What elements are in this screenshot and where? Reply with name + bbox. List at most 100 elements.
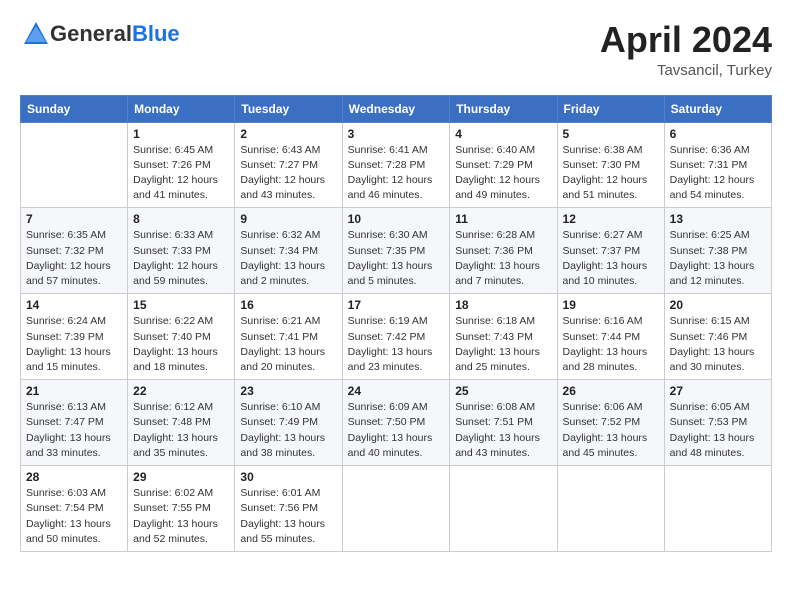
- day-info: Sunrise: 6:33 AMSunset: 7:33 PMDaylight:…: [133, 228, 229, 289]
- calendar-day-cell: 3 Sunrise: 6:41 AMSunset: 7:28 PMDaylight…: [342, 122, 450, 208]
- day-info: Sunrise: 6:19 AMSunset: 7:42 PMDaylight:…: [348, 314, 445, 375]
- calendar-day-cell: 17 Sunrise: 6:19 AMSunset: 7:42 PMDayligh…: [342, 294, 450, 380]
- day-info: Sunrise: 6:16 AMSunset: 7:44 PMDaylight:…: [563, 314, 659, 375]
- day-info: Sunrise: 6:01 AMSunset: 7:56 PMDaylight:…: [240, 486, 336, 547]
- logo-blue: Blue: [132, 21, 180, 46]
- weekday-header: Wednesday: [342, 95, 450, 122]
- calendar-day-cell: 22Sunrise: 6:12 AMSunset: 7:48 PMDayligh…: [128, 380, 235, 466]
- calendar-day-cell: 7 Sunrise: 6:35 AMSunset: 7:32 PMDaylight…: [21, 208, 128, 294]
- day-number: 2: [240, 127, 336, 141]
- day-info: Sunrise: 6:03 AMSunset: 7:54 PMDaylight:…: [26, 486, 122, 547]
- day-info: Sunrise: 6:18 AMSunset: 7:43 PMDaylight:…: [455, 314, 551, 375]
- weekday-header: Sunday: [21, 95, 128, 122]
- day-number: 23: [240, 384, 336, 398]
- calendar-week-row: 1Sunrise: 6:45 AMSunset: 7:26 PMDaylight…: [21, 122, 772, 208]
- calendar-header-row: SundayMondayTuesdayWednesdayThursdayFrid…: [21, 95, 772, 122]
- day-number: 5: [563, 127, 659, 141]
- day-info: Sunrise: 6:25 AMSunset: 7:38 PMDaylight:…: [670, 228, 766, 289]
- day-number: 15: [133, 298, 229, 312]
- day-info: Sunrise: 6:30 AMSunset: 7:35 PMDaylight:…: [348, 228, 445, 289]
- day-number: 14: [26, 298, 122, 312]
- day-info: Sunrise: 6:08 AMSunset: 7:51 PMDaylight:…: [455, 400, 551, 461]
- calendar-day-cell: 16 Sunrise: 6:21 AMSunset: 7:41 PMDayligh…: [235, 294, 342, 380]
- day-number: 18: [455, 298, 551, 312]
- calendar-day-cell: 5 Sunrise: 6:38 AMSunset: 7:30 PMDaylight…: [557, 122, 664, 208]
- day-number: 8: [133, 212, 229, 226]
- calendar-week-row: 14 Sunrise: 6:24 AMSunset: 7:39 PMDayligh…: [21, 294, 772, 380]
- calendar-day-cell: 21 Sunrise: 6:13 AMSunset: 7:47 PMDayligh…: [21, 380, 128, 466]
- day-info: Sunrise: 6:38 AMSunset: 7:30 PMDaylight:…: [563, 143, 659, 204]
- logo: GeneralBlue: [20, 20, 180, 48]
- calendar-day-cell: 29Sunrise: 6:02 AMSunset: 7:55 PMDayligh…: [128, 466, 235, 552]
- day-info: Sunrise: 6:24 AMSunset: 7:39 PMDaylight:…: [26, 314, 122, 375]
- day-number: 26: [563, 384, 659, 398]
- calendar-week-row: 7 Sunrise: 6:35 AMSunset: 7:32 PMDaylight…: [21, 208, 772, 294]
- calendar-day-cell: 10Sunrise: 6:30 AMSunset: 7:35 PMDayligh…: [342, 208, 450, 294]
- day-info: Sunrise: 6:36 AMSunset: 7:31 PMDaylight:…: [670, 143, 766, 204]
- day-info: Sunrise: 6:22 AMSunset: 7:40 PMDaylight:…: [133, 314, 229, 375]
- day-info: Sunrise: 6:06 AMSunset: 7:52 PMDaylight:…: [563, 400, 659, 461]
- day-number: 13: [670, 212, 766, 226]
- calendar-day-cell: 1Sunrise: 6:45 AMSunset: 7:26 PMDaylight…: [128, 122, 235, 208]
- day-number: 20: [670, 298, 766, 312]
- calendar-day-cell: 4Sunrise: 6:40 AMSunset: 7:29 PMDaylight…: [450, 122, 557, 208]
- title-block: April 2024 Tavsancil, Turkey: [600, 20, 772, 79]
- logo-icon: [22, 20, 50, 48]
- logo-general: General: [50, 21, 132, 46]
- page-header: GeneralBlue April 2024 Tavsancil, Turkey: [20, 20, 772, 79]
- calendar-day-cell: [557, 466, 664, 552]
- month-year-title: April 2024: [600, 20, 772, 60]
- calendar-day-cell: 15 Sunrise: 6:22 AMSunset: 7:40 PMDayligh…: [128, 294, 235, 380]
- calendar-day-cell: [664, 466, 771, 552]
- calendar-day-cell: 20 Sunrise: 6:15 AMSunset: 7:46 PMDayligh…: [664, 294, 771, 380]
- day-number: 16: [240, 298, 336, 312]
- calendar-day-cell: 9Sunrise: 6:32 AMSunset: 7:34 PMDaylight…: [235, 208, 342, 294]
- calendar-week-row: 21 Sunrise: 6:13 AMSunset: 7:47 PMDayligh…: [21, 380, 772, 466]
- calendar-day-cell: 11 Sunrise: 6:28 AMSunset: 7:36 PMDayligh…: [450, 208, 557, 294]
- weekday-header: Friday: [557, 95, 664, 122]
- day-number: 21: [26, 384, 122, 398]
- calendar-day-cell: 13 Sunrise: 6:25 AMSunset: 7:38 PMDayligh…: [664, 208, 771, 294]
- day-number: 11: [455, 212, 551, 226]
- weekday-header: Tuesday: [235, 95, 342, 122]
- day-info: Sunrise: 6:10 AMSunset: 7:49 PMDaylight:…: [240, 400, 336, 461]
- day-number: 24: [348, 384, 445, 398]
- calendar-day-cell: [21, 122, 128, 208]
- day-number: 28: [26, 470, 122, 484]
- day-info: Sunrise: 6:28 AMSunset: 7:36 PMDaylight:…: [455, 228, 551, 289]
- weekday-header: Saturday: [664, 95, 771, 122]
- calendar-day-cell: [450, 466, 557, 552]
- day-info: Sunrise: 6:40 AMSunset: 7:29 PMDaylight:…: [455, 143, 551, 204]
- calendar-day-cell: 18 Sunrise: 6:18 AMSunset: 7:43 PMDayligh…: [450, 294, 557, 380]
- calendar-day-cell: 26 Sunrise: 6:06 AMSunset: 7:52 PMDayligh…: [557, 380, 664, 466]
- day-number: 12: [563, 212, 659, 226]
- calendar-day-cell: 14 Sunrise: 6:24 AMSunset: 7:39 PMDayligh…: [21, 294, 128, 380]
- calendar-day-cell: 23 Sunrise: 6:10 AMSunset: 7:49 PMDayligh…: [235, 380, 342, 466]
- calendar-day-cell: 30Sunrise: 6:01 AMSunset: 7:56 PMDayligh…: [235, 466, 342, 552]
- location-subtitle: Tavsancil, Turkey: [600, 62, 772, 79]
- day-info: Sunrise: 6:43 AMSunset: 7:27 PMDaylight:…: [240, 143, 336, 204]
- day-info: Sunrise: 6:35 AMSunset: 7:32 PMDaylight:…: [26, 228, 122, 289]
- calendar-table: SundayMondayTuesdayWednesdayThursdayFrid…: [20, 95, 772, 552]
- day-number: 17: [348, 298, 445, 312]
- calendar-day-cell: [342, 466, 450, 552]
- day-info: Sunrise: 6:21 AMSunset: 7:41 PMDaylight:…: [240, 314, 336, 375]
- calendar-day-cell: 12 Sunrise: 6:27 AMSunset: 7:37 PMDayligh…: [557, 208, 664, 294]
- day-number: 1: [133, 127, 229, 141]
- calendar-day-cell: 27Sunrise: 6:05 AMSunset: 7:53 PMDayligh…: [664, 380, 771, 466]
- day-number: 7: [26, 212, 122, 226]
- day-number: 3: [348, 127, 445, 141]
- weekday-header: Thursday: [450, 95, 557, 122]
- day-info: Sunrise: 6:02 AMSunset: 7:55 PMDaylight:…: [133, 486, 229, 547]
- calendar-day-cell: 19Sunrise: 6:16 AMSunset: 7:44 PMDayligh…: [557, 294, 664, 380]
- calendar-week-row: 28 Sunrise: 6:03 AMSunset: 7:54 PMDayligh…: [21, 466, 772, 552]
- day-number: 27: [670, 384, 766, 398]
- day-info: Sunrise: 6:41 AMSunset: 7:28 PMDaylight:…: [348, 143, 445, 204]
- day-number: 25: [455, 384, 551, 398]
- day-info: Sunrise: 6:27 AMSunset: 7:37 PMDaylight:…: [563, 228, 659, 289]
- day-info: Sunrise: 6:15 AMSunset: 7:46 PMDaylight:…: [670, 314, 766, 375]
- day-info: Sunrise: 6:13 AMSunset: 7:47 PMDaylight:…: [26, 400, 122, 461]
- day-number: 9: [240, 212, 336, 226]
- calendar-day-cell: 6Sunrise: 6:36 AMSunset: 7:31 PMDaylight…: [664, 122, 771, 208]
- calendar-day-cell: 8 Sunrise: 6:33 AMSunset: 7:33 PMDaylight…: [128, 208, 235, 294]
